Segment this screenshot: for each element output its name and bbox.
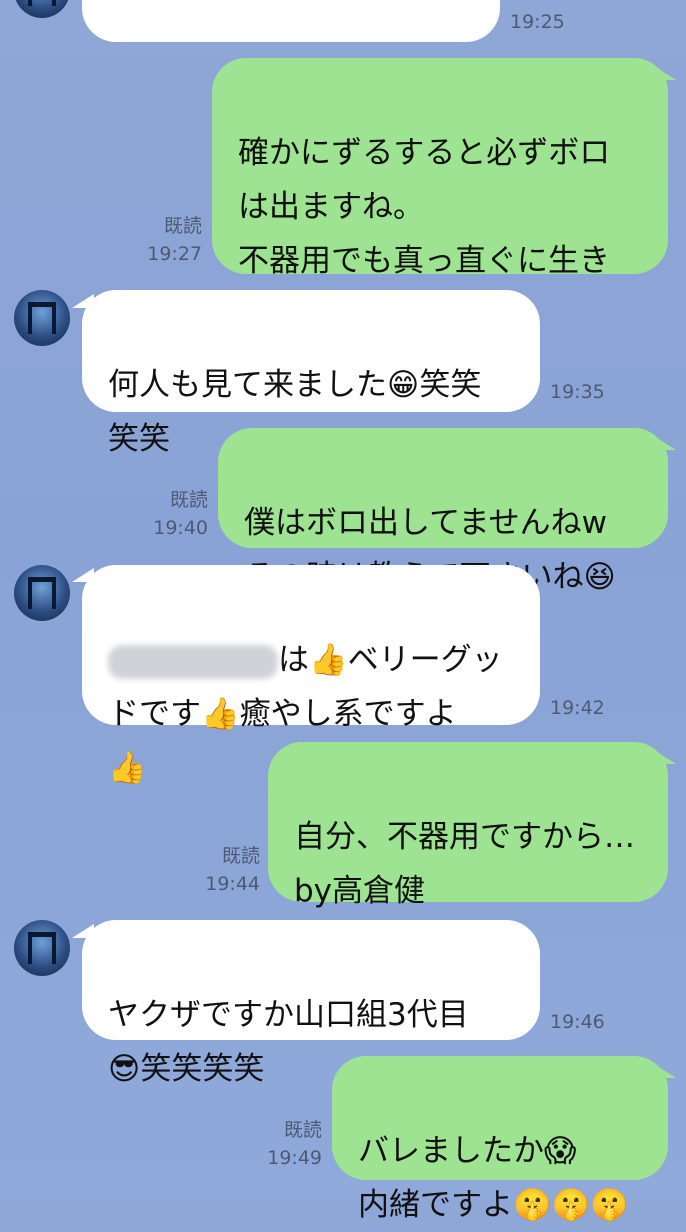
contact-avatar[interactable] (14, 290, 70, 346)
message-time: 19:35 (550, 381, 605, 403)
contact-avatar[interactable] (14, 920, 70, 976)
read-receipt: 既読 (221, 845, 260, 867)
read-receipt: 既読 (163, 215, 202, 237)
chat-area[interactable]: あと で す が 台 ありがとう😱 19:25 既読 19:27 確かにずるする… (0, 0, 686, 1223)
message-bubble-incoming[interactable]: 何人も見て来ました😁笑笑 笑笑 (82, 290, 540, 457)
message-time: 19:49 (267, 1147, 322, 1169)
blurred-name (108, 644, 278, 679)
message-text: バレましたか😱 内緒ですよ🤫🤫🤫 (358, 1133, 629, 1223)
message-bubble-incoming[interactable]: ヤクザですか山口組3代目 😎笑笑笑笑 (82, 920, 540, 1087)
message-time: 19:40 (153, 517, 208, 539)
message-bubble-outgoing[interactable]: バレましたか😱 内緒ですよ🤫🤫🤫 (332, 1056, 668, 1223)
contact-avatar[interactable] (14, 0, 70, 18)
message-bubble-outgoing[interactable]: 自分、不器用ですから… by高倉健 (268, 742, 668, 909)
message-bubble-outgoing[interactable]: 確かにずるすると必ずボロ は出ますね。 不器用でも真っ直ぐに生き たいです！ (212, 58, 668, 333)
contact-avatar[interactable] (14, 565, 70, 621)
message-time: 19:27 (147, 243, 202, 265)
message-bubble-outgoing[interactable]: 僕はボロ出してませんねw その時は教えて下さいね😆 (218, 428, 668, 595)
read-receipt: 既読 (169, 489, 208, 511)
message-text: 自分、不器用ですから… by高倉健 (294, 819, 635, 909)
read-receipt: 既読 (283, 1119, 322, 1141)
message-time: 19:44 (205, 873, 260, 895)
message-bubble-incoming[interactable]: あと で す が 台 ありがとう😱 (82, 0, 533, 42)
message-time: 19:42 (550, 697, 605, 719)
message-bubble-incoming[interactable]: は👍ベリーグッ ドです👍癒やし系ですよ 👍 (82, 565, 540, 786)
message-time: 19:46 (550, 1011, 605, 1033)
message-time: 19:25 (510, 11, 565, 33)
message-text: あと で す が 台 ありがとう😱 (110, 0, 533, 10)
